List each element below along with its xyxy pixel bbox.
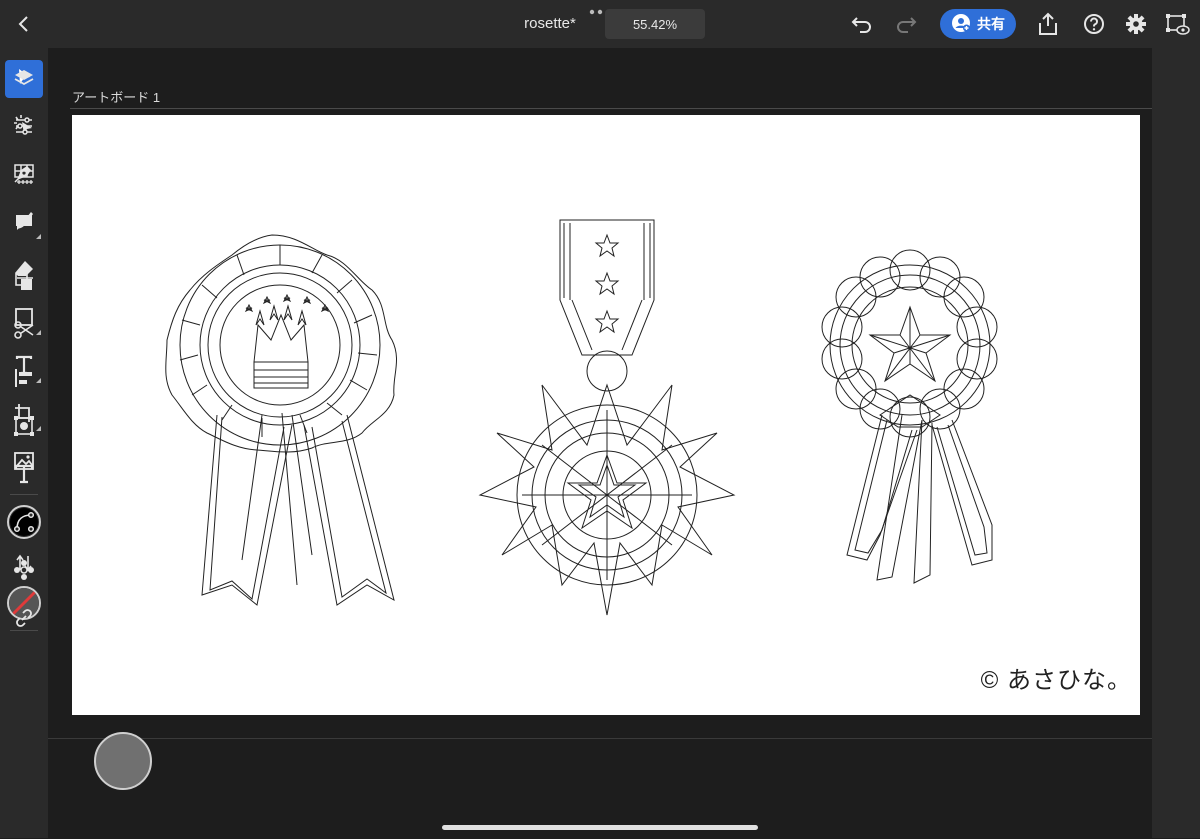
properties-icon[interactable]: [9, 111, 39, 141]
rosette-right[interactable]: [821, 249, 998, 584]
share-button[interactable]: 共有: [940, 9, 1016, 39]
document-title[interactable]: rosette*: [500, 15, 600, 32]
repeat-icon[interactable]: [9, 411, 39, 441]
gear-icon[interactable]: [1122, 10, 1150, 38]
artboard[interactable]: © あさひな。: [72, 115, 1140, 715]
scissors-icon[interactable]: [9, 315, 39, 345]
artboard-label[interactable]: アートボード 1: [72, 87, 160, 106]
link-icon[interactable]: [9, 603, 39, 633]
right-toolbar: [1152, 48, 1200, 838]
help-icon[interactable]: [1080, 10, 1108, 38]
copyright-text: © あさひな。: [980, 667, 1132, 694]
arrange-icon[interactable]: [9, 267, 39, 297]
rosette-illustration[interactable]: [72, 115, 1140, 715]
zoom-level[interactable]: 55.42%: [605, 9, 705, 39]
preview-icon[interactable]: [1162, 10, 1192, 38]
back-chevron-icon[interactable]: [8, 10, 40, 38]
undo-icon[interactable]: [848, 10, 876, 38]
align-icon[interactable]: [9, 363, 39, 393]
bottom-area: [48, 738, 1152, 839]
add-user-icon: [951, 13, 971, 36]
touch-shortcut-button[interactable]: [94, 732, 152, 790]
export-icon[interactable]: [1034, 10, 1062, 38]
pattern-icon[interactable]: [9, 555, 39, 585]
layers-icon[interactable]: [9, 63, 39, 93]
rosette-left[interactable]: [165, 234, 397, 606]
toolbar-separator: [10, 494, 38, 495]
home-indicator[interactable]: [442, 825, 758, 830]
text-style-icon[interactable]: [9, 459, 39, 489]
comment-icon[interactable]: [9, 207, 39, 237]
share-label: 共有: [977, 16, 1005, 32]
medal-center[interactable]: [478, 219, 736, 616]
redo-icon[interactable]: [892, 10, 920, 38]
grid-icon[interactable]: [9, 159, 39, 189]
path-icon[interactable]: [9, 507, 39, 537]
